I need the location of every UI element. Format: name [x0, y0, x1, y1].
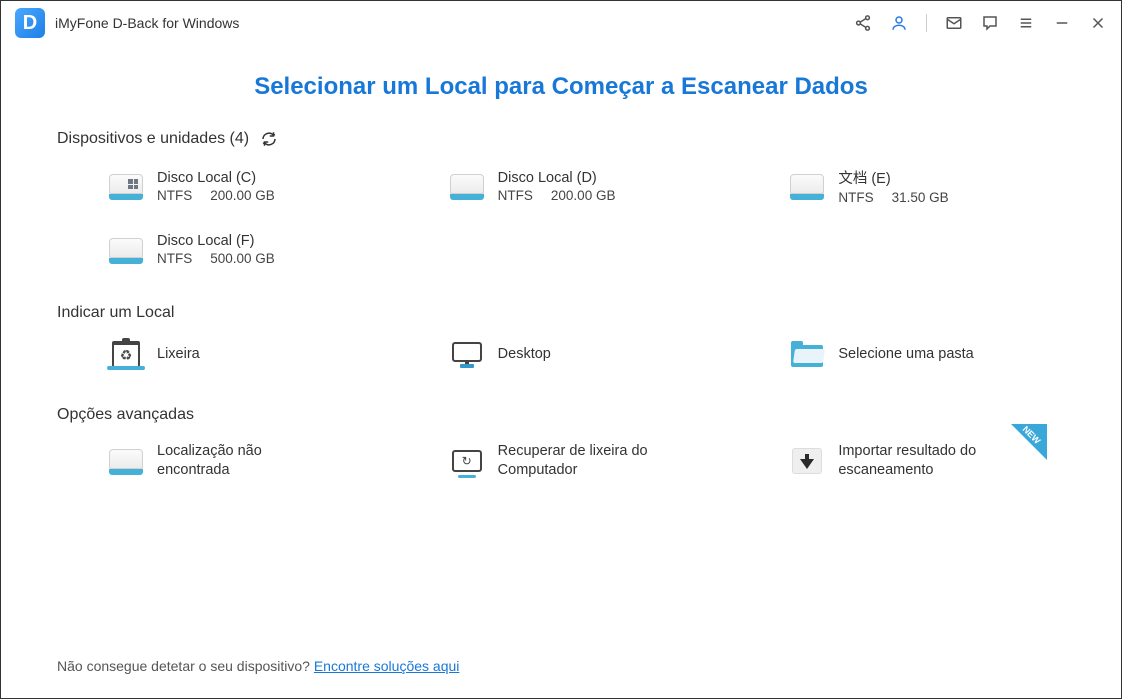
- drive-fs: NTFS: [838, 190, 873, 205]
- drive-name: Disco Local (D): [498, 170, 616, 186]
- drive-fs: NTFS: [157, 251, 192, 266]
- drive-icon: [109, 172, 143, 200]
- footer-link[interactable]: Encontre soluções aqui: [314, 658, 460, 674]
- advanced-lost-location[interactable]: Localização não encontrada: [57, 442, 384, 480]
- footer-text: Não consegue detetar o seu dispositivo?: [57, 658, 314, 674]
- feedback-icon[interactable]: [981, 14, 999, 32]
- locations-header-text: Indicar um Local: [57, 304, 174, 322]
- drive-name: Disco Local (C): [157, 170, 275, 186]
- titlebar-controls: [854, 14, 1107, 32]
- devices-header-text: Dispositivos e unidades (4): [57, 130, 249, 148]
- location-label: Selecione uma pasta: [838, 346, 973, 362]
- recycle-bin-icon: [109, 340, 143, 368]
- section-header-locations: Indicar um Local: [57, 304, 1065, 322]
- drive-size: 200.00 GB: [551, 188, 616, 203]
- drive-size: 500.00 GB: [210, 251, 275, 266]
- app-title: iMyFone D-Back for Windows: [55, 15, 239, 31]
- drive-name: 文档 (E): [838, 167, 948, 188]
- folder-icon: [790, 340, 824, 368]
- location-label: Desktop: [498, 346, 551, 362]
- locations-grid: Lixeira Desktop Selecione uma pasta: [57, 340, 1065, 368]
- titlebar: D iMyFone D-Back for Windows: [1, 1, 1121, 45]
- import-icon: [790, 447, 824, 475]
- account-icon[interactable]: [890, 14, 908, 32]
- location-recycle-bin[interactable]: Lixeira: [57, 340, 384, 368]
- page-title: Selecionar um Local para Começar a Escan…: [1, 73, 1121, 101]
- drive-name: Disco Local (F): [157, 233, 275, 249]
- advanced-label: Localização não encontrada: [157, 442, 327, 480]
- drive-c[interactable]: Disco Local (C) NTFS 200.00 GB: [57, 167, 384, 205]
- advanced-header-text: Opções avançadas: [57, 406, 194, 424]
- refresh-icon[interactable]: [259, 129, 279, 149]
- drive-fs: NTFS: [498, 188, 533, 203]
- advanced-label: Recuperar de lixeira do Computador: [498, 442, 668, 480]
- drive-f[interactable]: Disco Local (F) NTFS 500.00 GB: [57, 233, 384, 266]
- location-label: Lixeira: [157, 346, 200, 362]
- drive-icon: [790, 172, 824, 200]
- drive-icon: [109, 447, 143, 475]
- computer-scan-icon: [450, 447, 484, 475]
- drive-icon: [450, 172, 484, 200]
- minimize-icon[interactable]: [1053, 14, 1071, 32]
- drive-d[interactable]: Disco Local (D) NTFS 200.00 GB: [398, 167, 725, 205]
- drive-e[interactable]: 文档 (E) NTFS 31.50 GB: [738, 167, 1065, 205]
- drive-size: 200.00 GB: [210, 188, 275, 203]
- advanced-grid: Localização não encontrada Recuperar de …: [57, 442, 1065, 480]
- drive-icon: [109, 236, 143, 264]
- location-select-folder[interactable]: Selecione uma pasta: [738, 340, 1065, 368]
- location-desktop[interactable]: Desktop: [398, 340, 725, 368]
- section-header-devices: Dispositivos e unidades (4): [57, 129, 1065, 149]
- advanced-recover-bin[interactable]: Recuperar de lixeira do Computador: [398, 442, 725, 480]
- footer: Não consegue detetar o seu dispositivo? …: [57, 658, 459, 674]
- separator: [926, 14, 927, 32]
- mail-icon[interactable]: [945, 14, 963, 32]
- desktop-icon: [450, 340, 484, 368]
- app-logo-letter: D: [23, 12, 37, 35]
- drive-fs: NTFS: [157, 188, 192, 203]
- menu-icon[interactable]: [1017, 14, 1035, 32]
- section-header-advanced: Opções avançadas: [57, 406, 1065, 424]
- devices-grid: Disco Local (C) NTFS 200.00 GB Disco Loc…: [57, 167, 1065, 266]
- share-icon[interactable]: [854, 14, 872, 32]
- new-badge: NEW: [1011, 424, 1047, 460]
- advanced-label: Importar resultado do escaneamento: [838, 442, 1008, 480]
- app-logo: D: [15, 8, 45, 38]
- drive-size: 31.50 GB: [892, 190, 949, 205]
- advanced-import-scan[interactable]: Importar resultado do escaneamento NEW: [738, 442, 1065, 480]
- close-icon[interactable]: [1089, 14, 1107, 32]
